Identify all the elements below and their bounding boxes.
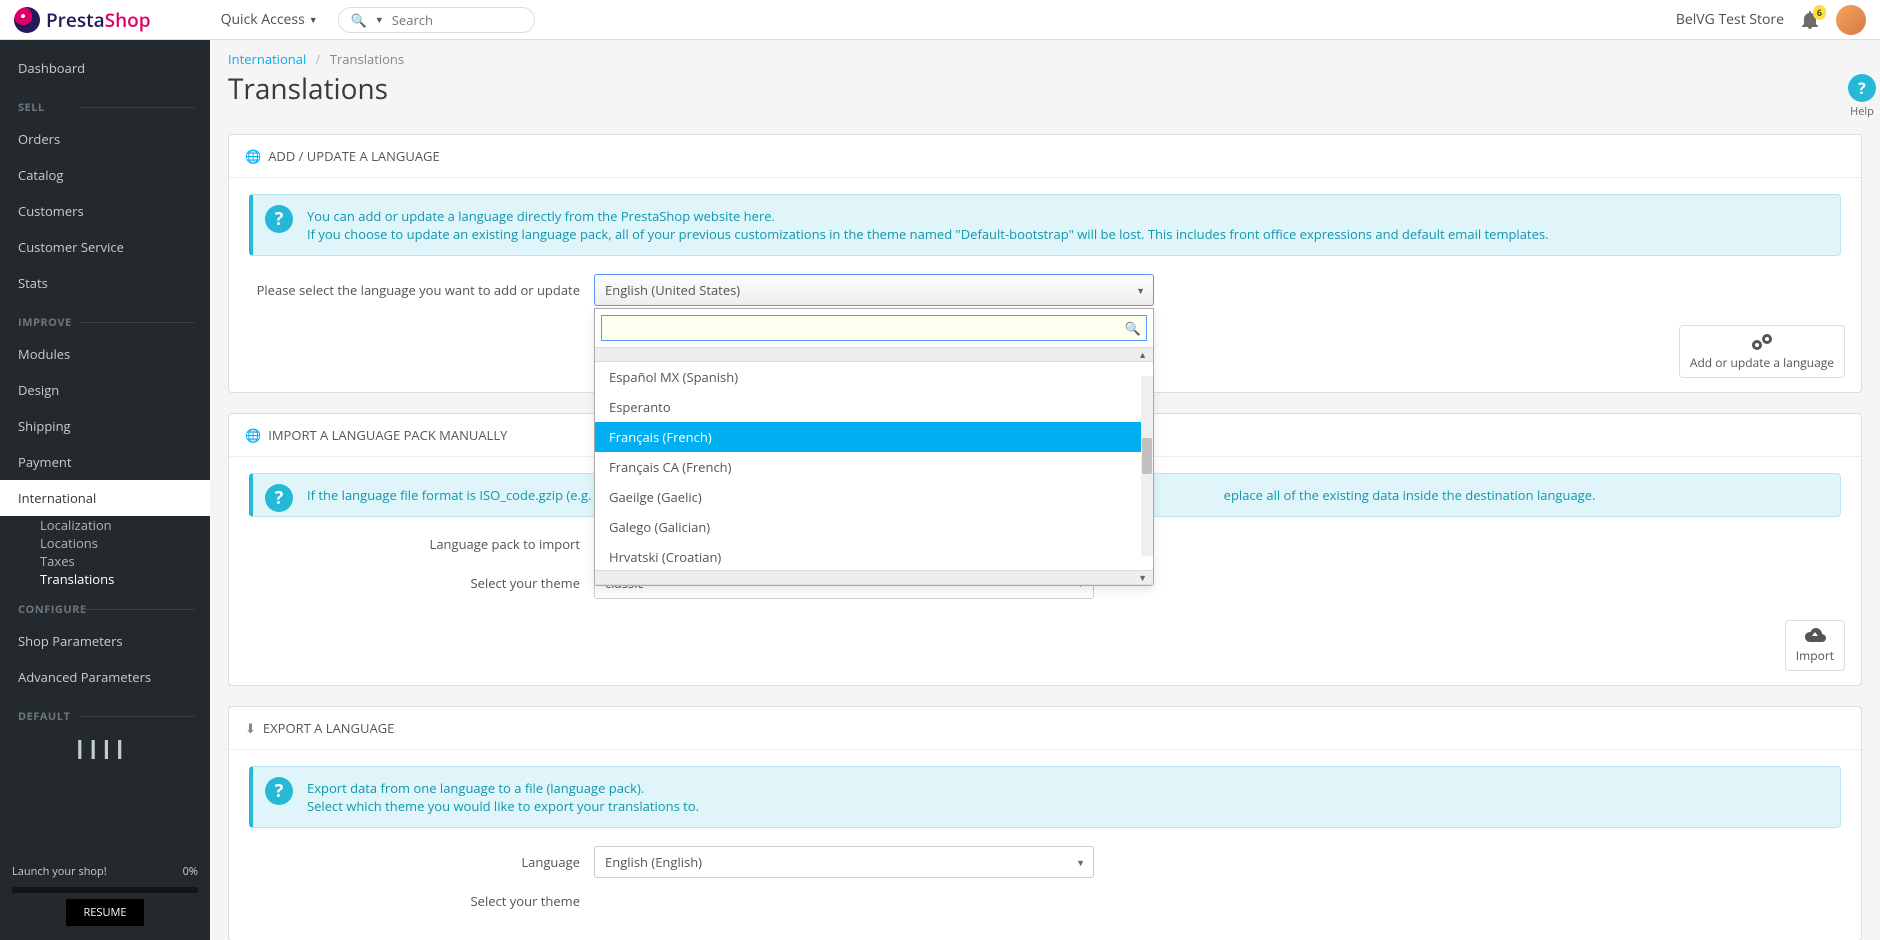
add-update-language-button[interactable]: Add or update a language xyxy=(1679,325,1845,378)
panel-title: EXPORT A LANGUAGE xyxy=(263,719,394,737)
sidebar-section-configure: CONFIGURE xyxy=(0,588,210,623)
logo-text-1: Presta xyxy=(46,7,105,33)
breadcrumb-current: Translations xyxy=(330,50,404,68)
sidebar-item-design[interactable]: Design xyxy=(0,372,210,408)
sidebar: Dashboard SELL Orders Catalog Customers … xyxy=(0,40,210,940)
sidebar-item-catalog[interactable]: Catalog xyxy=(0,157,210,193)
help-icon: ? xyxy=(1848,74,1876,102)
sidebar-item-modules[interactable]: Modules xyxy=(0,336,210,372)
store-name[interactable]: BelVG Test Store xyxy=(1676,10,1784,29)
panel-heading: 🌐 ADD / UPDATE A LANGUAGE xyxy=(229,135,1861,178)
button-label: Add or update a language xyxy=(1690,354,1834,371)
alert-line-1: Export data from one language to a file … xyxy=(307,779,1826,797)
sidebar-section-sell: SELL xyxy=(0,86,210,121)
chevron-down-icon: ▼ xyxy=(309,13,318,26)
language-select-label: Please select the language you want to a… xyxy=(249,281,594,299)
import-button[interactable]: Import xyxy=(1785,620,1845,671)
logo[interactable]: PrestaShop xyxy=(14,7,151,33)
panel-title: ADD / UPDATE A LANGUAGE xyxy=(268,147,440,165)
sidebar-item-shop-parameters[interactable]: Shop Parameters xyxy=(0,623,210,659)
panel-heading: ⬇ EXPORT A LANGUAGE xyxy=(229,707,1861,750)
question-icon: ? xyxy=(265,777,293,805)
cloud-upload-icon xyxy=(1796,627,1834,645)
dropdown-option[interactable]: Hrvatski (Croatian) xyxy=(595,542,1153,570)
sidebar-menu: Dashboard SELL Orders Catalog Customers … xyxy=(0,40,210,850)
sidebar-item-stats[interactable]: Stats xyxy=(0,265,210,301)
logo-text-2: Shop xyxy=(105,7,151,33)
globe-icon: 🌐 xyxy=(245,426,261,444)
export-theme-label: Select your theme xyxy=(249,892,594,910)
breadcrumb-parent[interactable]: International xyxy=(228,50,306,68)
button-label: Import xyxy=(1796,647,1834,664)
scroll-up-icon[interactable]: ▲ xyxy=(595,347,1153,362)
resume-button[interactable]: RESUME xyxy=(66,899,145,926)
launch-label: Launch your shop! xyxy=(12,864,107,879)
sidebar-section-improve: IMPROVE xyxy=(0,301,210,336)
panel-title: IMPORT A LANGUAGE PACK MANUALLY xyxy=(268,426,507,444)
page-title: Translations xyxy=(228,70,1862,108)
quick-access-label: Quick Access xyxy=(221,10,305,29)
quick-access-menu[interactable]: Quick Access ▼ xyxy=(221,10,318,29)
topbar: PrestaShop Quick Access ▼ 🔍 ▼ BelVG Test… xyxy=(0,0,1880,40)
question-icon: ? xyxy=(265,205,293,233)
search-icon: 🔍 xyxy=(351,11,367,29)
search-input[interactable] xyxy=(392,11,522,29)
dropdown-option[interactable]: Galego (Galician) xyxy=(595,512,1153,542)
panel-export-language: ⬇ EXPORT A LANGUAGE ? Export data from o… xyxy=(228,706,1862,940)
topbar-right: BelVG Test Store 6 xyxy=(1676,5,1866,35)
download-icon: ⬇ xyxy=(245,719,256,737)
notifications-bell[interactable]: 6 xyxy=(1802,11,1818,29)
scrollbar-thumb[interactable] xyxy=(1142,438,1152,474)
globe-icon: 🌐 xyxy=(245,147,261,165)
dropdown-option[interactable]: Français CA (French) xyxy=(595,452,1153,482)
sidebar-item-customer-service[interactable]: Customer Service xyxy=(0,229,210,265)
help-button[interactable]: ? Help xyxy=(1844,74,1880,119)
dropdown-option[interactable]: Français (French) xyxy=(595,422,1153,452)
barcode-icon[interactable]: ▎▎▎▎ xyxy=(0,730,210,768)
alert-line-1: You can add or update a language directl… xyxy=(307,207,1826,225)
main-content: International / Translations Translation… xyxy=(210,40,1880,940)
dropdown-search-input[interactable] xyxy=(601,315,1147,341)
dropdown-option[interactable]: Español MX (Spanish) xyxy=(595,362,1153,392)
dropdown-option[interactable]: Gaeilge (Gaelic) xyxy=(595,482,1153,512)
sidebar-item-shipping[interactable]: Shipping xyxy=(0,408,210,444)
language-dropdown: 🔍 ▲ Español MX (Spanish)EsperantoFrançai… xyxy=(594,308,1154,586)
theme-select-label: Select your theme xyxy=(249,574,594,592)
search-icon: 🔍 xyxy=(1125,319,1141,337)
export-language-value: English (English) xyxy=(605,853,702,871)
dropdown-option[interactable]: Esperanto xyxy=(595,392,1153,422)
breadcrumb: International / Translations xyxy=(228,40,1862,70)
language-select[interactable]: English (United States) xyxy=(594,274,1154,306)
language-select-value: English (United States) xyxy=(605,281,740,299)
info-alert: ? Export data from one language to a fil… xyxy=(249,766,1841,828)
dropdown-list: Español MX (Spanish)EsperantoFrançais (F… xyxy=(595,362,1153,570)
launch-percent: 0% xyxy=(183,864,198,879)
sidebar-section-default: DEFAULT xyxy=(0,695,210,730)
search-box[interactable]: 🔍 ▼ xyxy=(338,7,535,33)
notification-badge: 6 xyxy=(1813,5,1826,20)
sidebar-item-payment[interactable]: Payment xyxy=(0,444,210,480)
help-label: Help xyxy=(1844,104,1880,119)
avatar[interactable] xyxy=(1836,5,1866,35)
chevron-down-icon[interactable]: ▼ xyxy=(375,13,384,26)
panel-add-update-language: 🌐 ADD / UPDATE A LANGUAGE ? You can add … xyxy=(228,134,1862,393)
sidebar-item-orders[interactable]: Orders xyxy=(0,121,210,157)
sidebar-item-dashboard[interactable]: Dashboard xyxy=(0,50,210,86)
info-alert: ? You can add or update a language direc… xyxy=(249,194,1841,256)
logo-icon xyxy=(14,7,40,33)
sidebar-item-customers[interactable]: Customers xyxy=(0,193,210,229)
export-language-select[interactable]: English (English) xyxy=(594,846,1094,878)
alert-line-2: If you choose to update an existing lang… xyxy=(307,225,1826,243)
alert-line-2: Select which theme you would like to exp… xyxy=(307,797,1826,815)
breadcrumb-separator: / xyxy=(316,50,321,68)
sidebar-item-advanced-parameters[interactable]: Advanced Parameters xyxy=(0,659,210,695)
progress-bar xyxy=(12,887,198,893)
scroll-down-icon[interactable]: ▼ xyxy=(595,570,1153,585)
gears-icon xyxy=(1690,332,1834,352)
sidebar-footer: Launch your shop! 0% RESUME xyxy=(0,850,210,940)
language-pack-label: Language pack to import xyxy=(249,535,594,553)
export-language-label: Language xyxy=(249,853,594,871)
question-icon: ? xyxy=(265,484,293,512)
alert-text-part2: eplace all of the existing data inside t… xyxy=(1224,486,1596,504)
